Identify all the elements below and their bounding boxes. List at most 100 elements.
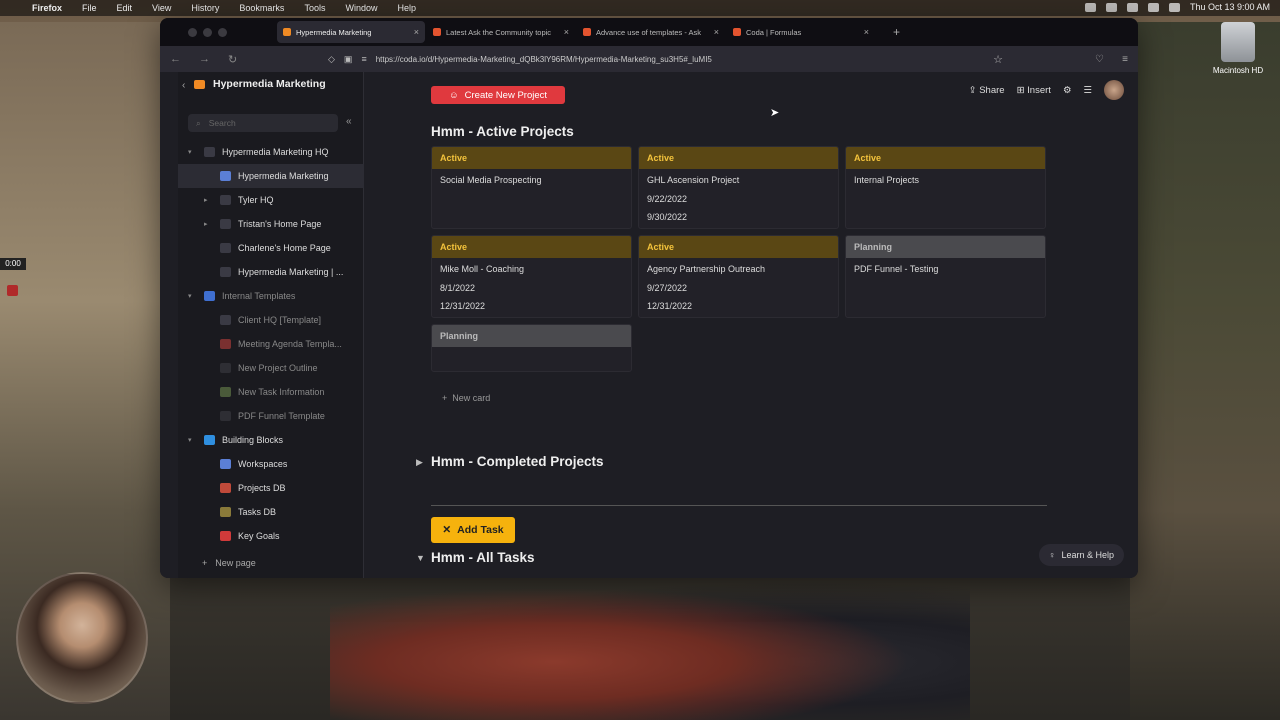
caret-down-icon[interactable]: ▾ bbox=[188, 148, 192, 156]
permissions-icon[interactable]: ≡ bbox=[361, 54, 366, 64]
plus-icon: + bbox=[202, 558, 208, 568]
sidebar-item-label: Tasks DB bbox=[238, 507, 277, 517]
new-card-button[interactable]: + New card bbox=[442, 393, 490, 403]
search-input[interactable]: ⌕ Search bbox=[188, 114, 338, 132]
reload-icon[interactable]: ↻ bbox=[228, 53, 237, 66]
page-icon bbox=[204, 147, 215, 157]
lock-icon[interactable]: ▣ bbox=[344, 54, 353, 65]
pocket-icon[interactable]: ♡ bbox=[1095, 54, 1104, 65]
back-to-docs-icon[interactable]: ‹ bbox=[182, 80, 185, 91]
sidebar-item[interactable]: Charlene's Home Page bbox=[178, 236, 364, 260]
project-card[interactable]: Active Mike Moll - Coaching 8/1/2022 12/31/… bbox=[431, 235, 632, 318]
sidebar-item[interactable]: New Task Information bbox=[178, 380, 364, 404]
caret-right-icon[interactable]: ▸ bbox=[204, 220, 208, 228]
menu-item-file[interactable]: File bbox=[82, 3, 97, 13]
caret-right-icon[interactable]: ▸ bbox=[204, 196, 208, 204]
caret-down-icon[interactable]: ▾ bbox=[188, 436, 192, 444]
page-icon bbox=[204, 291, 215, 301]
page-icon bbox=[204, 435, 215, 445]
new-card-label: New card bbox=[452, 393, 491, 403]
new-page-button[interactable]: + New page bbox=[202, 558, 256, 568]
expand-triangle-icon[interactable]: ▶ bbox=[416, 457, 423, 468]
menu-item-edit[interactable]: Edit bbox=[117, 3, 133, 13]
sidebar-item[interactable]: ▾ Hypermedia Marketing HQ bbox=[178, 140, 364, 164]
project-card[interactable]: Planning PDF Funnel - Testing bbox=[845, 235, 1046, 318]
close-tab-icon[interactable]: × bbox=[864, 27, 869, 37]
minimize-window-icon[interactable] bbox=[203, 27, 212, 37]
sidebar-item[interactable]: Meeting Agenda Templa... bbox=[178, 332, 364, 356]
dropbox-icon[interactable] bbox=[1084, 2, 1096, 12]
sidebar-item[interactable]: Key Goals bbox=[178, 524, 364, 548]
page-icon bbox=[220, 267, 231, 277]
browser-tab[interactable]: Advance use of templates - Ask × bbox=[577, 21, 725, 43]
sidebar-item[interactable]: New Project Outline bbox=[178, 356, 364, 380]
doc-canvas: ☺ Create New Project Hmm - Active Projec… bbox=[364, 72, 1138, 578]
sidebar-item[interactable]: Tasks DB bbox=[178, 500, 364, 524]
card-status: Planning bbox=[432, 325, 631, 347]
card-status: Active bbox=[846, 147, 1045, 169]
person-icon: ☺ bbox=[448, 89, 459, 101]
menu-app-name[interactable]: Firefox bbox=[32, 3, 62, 13]
zoom-window-icon[interactable] bbox=[218, 27, 227, 37]
menu-item-tools[interactable]: Tools bbox=[304, 3, 325, 13]
wifi-icon[interactable] bbox=[1147, 2, 1159, 12]
menu-item-view[interactable]: View bbox=[152, 3, 171, 13]
battery-icon[interactable] bbox=[1126, 2, 1138, 12]
card-status: Active bbox=[639, 236, 838, 258]
sidebar-item[interactable]: ▾ Building Blocks bbox=[178, 428, 364, 452]
project-card[interactable]: Active Social Media Prospecting bbox=[431, 146, 632, 229]
close-tab-icon[interactable]: × bbox=[564, 27, 569, 37]
completed-projects-heading[interactable]: Hmm - Completed Projects bbox=[431, 454, 604, 469]
close-tab-icon[interactable]: × bbox=[414, 27, 419, 37]
sidebar-item[interactable]: ▸ Tyler HQ bbox=[178, 188, 364, 212]
menu-item-bookmarks[interactable]: Bookmarks bbox=[239, 3, 284, 13]
browser-tab[interactable]: Coda | Formulas × bbox=[727, 21, 875, 43]
sidebar-item[interactable]: Hypermedia Marketing bbox=[178, 164, 364, 188]
menu-item-window[interactable]: Window bbox=[345, 3, 377, 13]
sidebar-item[interactable]: PDF Funnel Template bbox=[178, 404, 364, 428]
status-icon[interactable] bbox=[1105, 2, 1117, 12]
caret-down-icon[interactable]: ▾ bbox=[188, 292, 192, 300]
menu-item-help[interactable]: Help bbox=[397, 3, 416, 13]
bookmark-star-icon[interactable]: ☆ bbox=[993, 53, 1003, 66]
create-new-project-button[interactable]: ☺ Create New Project bbox=[431, 86, 565, 104]
record-icon[interactable] bbox=[7, 285, 18, 296]
collapse-triangle-icon[interactable]: ▼ bbox=[416, 553, 425, 563]
close-window-icon[interactable] bbox=[188, 27, 197, 37]
collapse-sidebar-icon[interactable]: « bbox=[346, 116, 352, 127]
menu-item-history[interactable]: History bbox=[191, 3, 219, 13]
hamburger-menu-icon[interactable]: ≡ bbox=[1122, 54, 1128, 65]
project-card[interactable]: Active GHL Ascension Project 9/22/2022 9/30… bbox=[638, 146, 839, 229]
control-center-icon[interactable] bbox=[1168, 2, 1180, 12]
url-text[interactable]: https://coda.io/d/Hypermedia-Marketing_d… bbox=[376, 55, 712, 64]
new-tab-icon[interactable]: + bbox=[893, 25, 900, 39]
sidebar-item[interactable]: ▾ Internal Templates bbox=[178, 284, 364, 308]
forward-icon[interactable]: → bbox=[199, 53, 210, 65]
sidebar-item[interactable]: Projects DB bbox=[178, 476, 364, 500]
card-field: PDF Funnel - Testing bbox=[854, 264, 939, 275]
macintosh-hd-icon[interactable]: Macintosh HD bbox=[1208, 22, 1268, 75]
tab-bar: Hypermedia Marketing × Latest Ask the Comm… bbox=[160, 18, 1138, 46]
doc-title[interactable]: Hypermedia Marketing bbox=[194, 78, 326, 90]
coda-favicon-icon bbox=[733, 28, 741, 36]
shield-icon[interactable]: ◇ bbox=[328, 54, 335, 65]
menubar-clock[interactable]: Thu Oct 13 9:00 AM bbox=[1190, 2, 1270, 12]
recording-timer: 0:00 bbox=[0, 258, 26, 270]
sidebar-item[interactable]: ▸ Tristan's Home Page bbox=[178, 212, 364, 236]
browser-tab[interactable]: Latest Ask the Community topic × bbox=[427, 21, 575, 43]
sidebar-item[interactable]: Workspaces bbox=[178, 452, 364, 476]
learn-help-button[interactable]: ♀ Learn & Help bbox=[1038, 544, 1124, 566]
sidebar-item[interactable]: Hypermedia Marketing | ... bbox=[178, 260, 364, 284]
close-tab-icon[interactable]: × bbox=[714, 27, 719, 37]
project-card[interactable]: Planning bbox=[431, 324, 632, 372]
sidebar-item[interactable]: Client HQ [Template] bbox=[178, 308, 364, 332]
back-icon[interactable]: ← bbox=[170, 53, 181, 65]
address-field[interactable]: ◇ ▣ ≡ https://coda.io/d/Hypermedia-Marke… bbox=[328, 49, 1008, 69]
browser-tab[interactable]: Hypermedia Marketing × bbox=[277, 21, 425, 43]
project-card[interactable]: Active Agency Partnership Outreach 9/27/20… bbox=[638, 235, 839, 318]
all-tasks-heading[interactable]: Hmm - All Tasks bbox=[431, 550, 535, 565]
sidebar-item-label: Tyler HQ bbox=[238, 195, 274, 205]
card-field: Agency Partnership Outreach bbox=[647, 264, 766, 275]
project-card[interactable]: Active Internal Projects bbox=[845, 146, 1046, 229]
add-task-button[interactable]: ✕ Add Task bbox=[431, 517, 515, 543]
